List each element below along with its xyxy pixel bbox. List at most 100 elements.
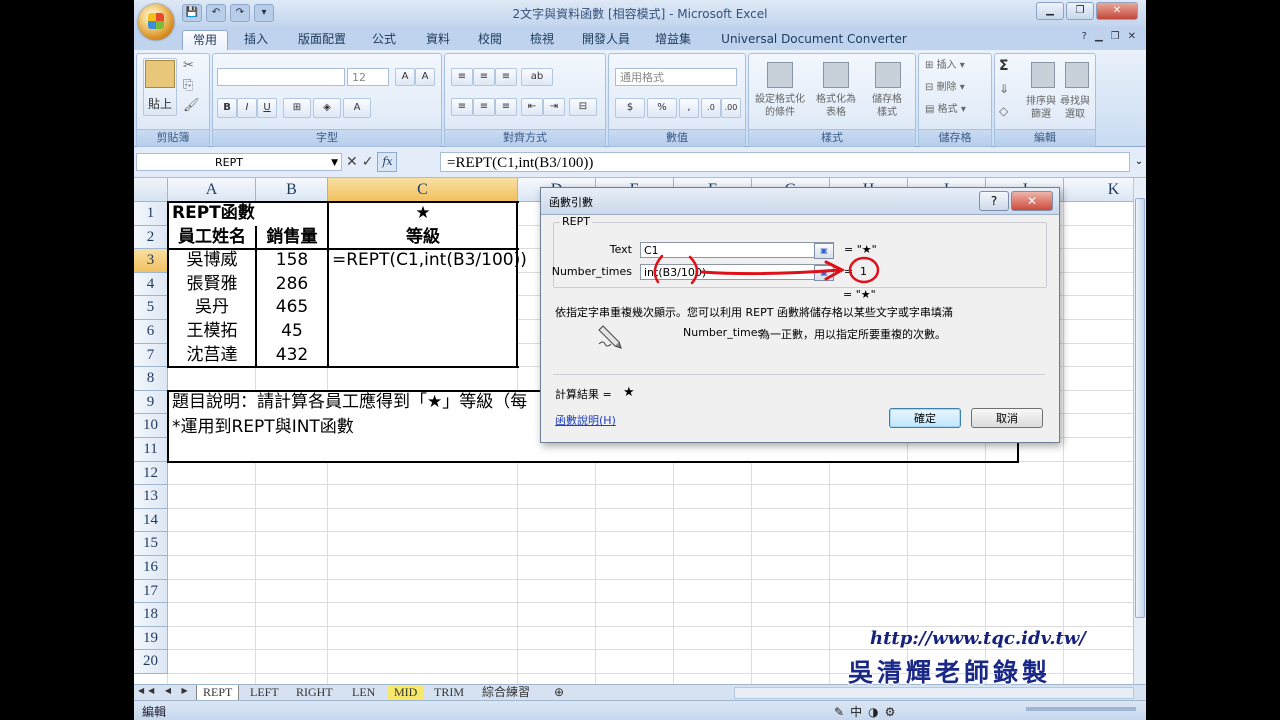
outdent-icon[interactable]: ⇥ [543,98,565,116]
shrink-font-icon[interactable]: A [415,68,435,86]
align-left-icon[interactable]: ≡ [451,98,473,116]
column-header-k[interactable]: K [1064,178,1134,202]
arg-number-times-input[interactable]: int(B3/100) [640,264,834,280]
cell-a1[interactable]: REPT函數 [168,202,332,226]
row-header-19[interactable]: 19 [134,626,168,651]
tab-page-layout[interactable]: 版面配置 [290,30,354,50]
format-cells-button[interactable]: ▤ 格式 ▾ [925,104,966,117]
minimize-button[interactable]: ▁ [1036,2,1064,20]
font-size-combo[interactable]: 12 [347,68,389,86]
row-header-10[interactable]: 10 [134,414,168,438]
sheet-tab-rept[interactable]: REPT [196,685,240,701]
borders-icon[interactable]: ⊞ [283,98,311,118]
cell-b7[interactable]: 432 [256,344,328,368]
cell-b5[interactable]: 465 [256,296,328,320]
number-format-combo[interactable]: 通用格式 [615,68,737,86]
orientation-icon[interactable]: ab [521,68,553,86]
dialog-help-button[interactable]: ? [979,191,1009,211]
row-header-18[interactable]: 18 [134,603,168,627]
collapse-dialog-icon[interactable]: ▣ [814,265,834,281]
column-header-c[interactable]: C [328,178,518,202]
format-painter-icon[interactable]: 🖌 [183,98,200,114]
align-right-icon[interactable]: ≡ [495,98,517,116]
currency-icon[interactable]: $ [615,98,645,118]
ime-lang[interactable]: 中 [850,703,862,720]
confirm-entry-icon[interactable]: ✓ [362,154,374,170]
autosum-button[interactable]: Σ [999,58,1009,76]
ok-button[interactable]: 確定 [889,408,961,428]
row-header-5[interactable]: 5 [134,296,168,320]
name-box[interactable]: REPT ▼ [136,153,342,171]
help-icon[interactable]: ? [1082,31,1087,42]
tab-insert[interactable]: 插入 [234,30,278,50]
arg-text-input[interactable]: C1 [640,242,834,258]
row-header-6[interactable]: 6 [134,320,168,344]
ime-icon[interactable]: ✎ [834,705,844,719]
cell-a4[interactable]: 張賢雅 [168,273,256,297]
dialog-close-button[interactable]: ✕ [1011,191,1053,211]
chevron-down-icon[interactable]: ▼ [331,154,338,172]
comma-icon[interactable]: , [679,98,699,118]
function-help-link[interactable]: 函數說明(H) [555,412,616,428]
row-header-12[interactable]: 12 [134,461,168,486]
percent-button[interactable]: % [647,98,677,118]
row-header-14[interactable]: 14 [134,508,168,533]
sheet-tab-len[interactable]: LEN [346,685,381,700]
indent-icon[interactable]: ⇤ [521,98,543,116]
row-header-15[interactable]: 15 [134,532,168,556]
cell-c3-editing[interactable]: =REPT(C1,int(B3/100)) [328,249,552,273]
italic-button[interactable]: I [237,98,257,118]
insert-cells-button[interactable]: ⊞ 插入 ▾ [925,60,965,73]
align-top-icon[interactable]: ≡ [451,68,473,86]
insert-function-button[interactable]: fx [377,152,398,172]
cell-b2[interactable]: 銷售量 [256,226,328,250]
tab-home[interactable]: 常用 [182,30,228,51]
cell-a5[interactable]: 吳丹 [168,296,256,320]
scrollbar-thumb[interactable] [1135,198,1145,618]
sheet-tab-left[interactable]: LEFT [244,685,285,700]
zoom-slider[interactable] [1026,707,1136,711]
tab-view[interactable]: 檢視 [520,30,564,50]
cancel-button[interactable]: 取消 [971,408,1043,428]
close-button[interactable]: ✕ [1096,2,1138,20]
formula-input[interactable]: =REPT(C1,int(B3/100)) [440,152,1130,172]
select-all-corner[interactable] [134,178,168,202]
copy-icon[interactable]: ⎘ [183,78,193,94]
sheet-tab-trim[interactable]: TRIM [428,685,470,700]
tab-formulas[interactable]: 公式 [362,30,406,50]
new-sheet-icon[interactable]: ⊕ [548,685,570,700]
office-button[interactable] [138,4,174,40]
sheet-tab-practice[interactable]: 綜合練習 [476,685,536,700]
row-header-3[interactable]: 3 [134,249,168,273]
align-middle-icon[interactable]: ≡ [473,68,495,86]
row-header-4[interactable]: 4 [134,272,168,297]
merge-icon[interactable]: ⊟ [569,98,597,116]
minimize-icon[interactable]: ▁ [1095,31,1103,42]
restore-button[interactable]: ❐ [1066,2,1094,20]
underline-button[interactable]: U [257,98,277,118]
cell-a6[interactable]: 王模拓 [168,320,256,344]
cell-b6[interactable]: 45 [256,320,328,344]
collapse-dialog-icon[interactable]: ▣ [814,243,834,259]
row-header-11[interactable]: 11 [134,438,168,462]
font-color-icon[interactable]: A [343,98,371,118]
row-header-20[interactable]: 20 [134,650,168,674]
row-header-16[interactable]: 16 [134,556,168,580]
align-center-icon[interactable]: ≡ [473,98,495,116]
cell-c2[interactable]: 等級 [328,226,518,250]
cancel-entry-icon[interactable]: ✕ [346,154,358,170]
column-header-a[interactable]: A [168,178,256,202]
cell-a2[interactable]: 員工姓名 [168,226,256,250]
delete-cells-button[interactable]: ⊟ 刪除 ▾ [925,82,965,95]
tab-data[interactable]: 資料 [416,30,460,50]
clear-icon[interactable]: ◇ [999,104,1008,119]
row-header-13[interactable]: 13 [134,485,168,509]
expand-formula-icon[interactable]: ⌄ [1132,152,1146,172]
ime-tools-icon[interactable]: ⚙ [885,705,896,719]
ime-mode-icon[interactable]: ◑ [868,705,878,719]
tab-developer[interactable]: 開發人員 [574,30,638,50]
vertical-scrollbar[interactable] [1133,178,1146,684]
row-header-8[interactable]: 8 [134,367,168,391]
row-header-17[interactable]: 17 [134,579,168,604]
tab-add-ins[interactable]: 增益集 [648,30,698,50]
